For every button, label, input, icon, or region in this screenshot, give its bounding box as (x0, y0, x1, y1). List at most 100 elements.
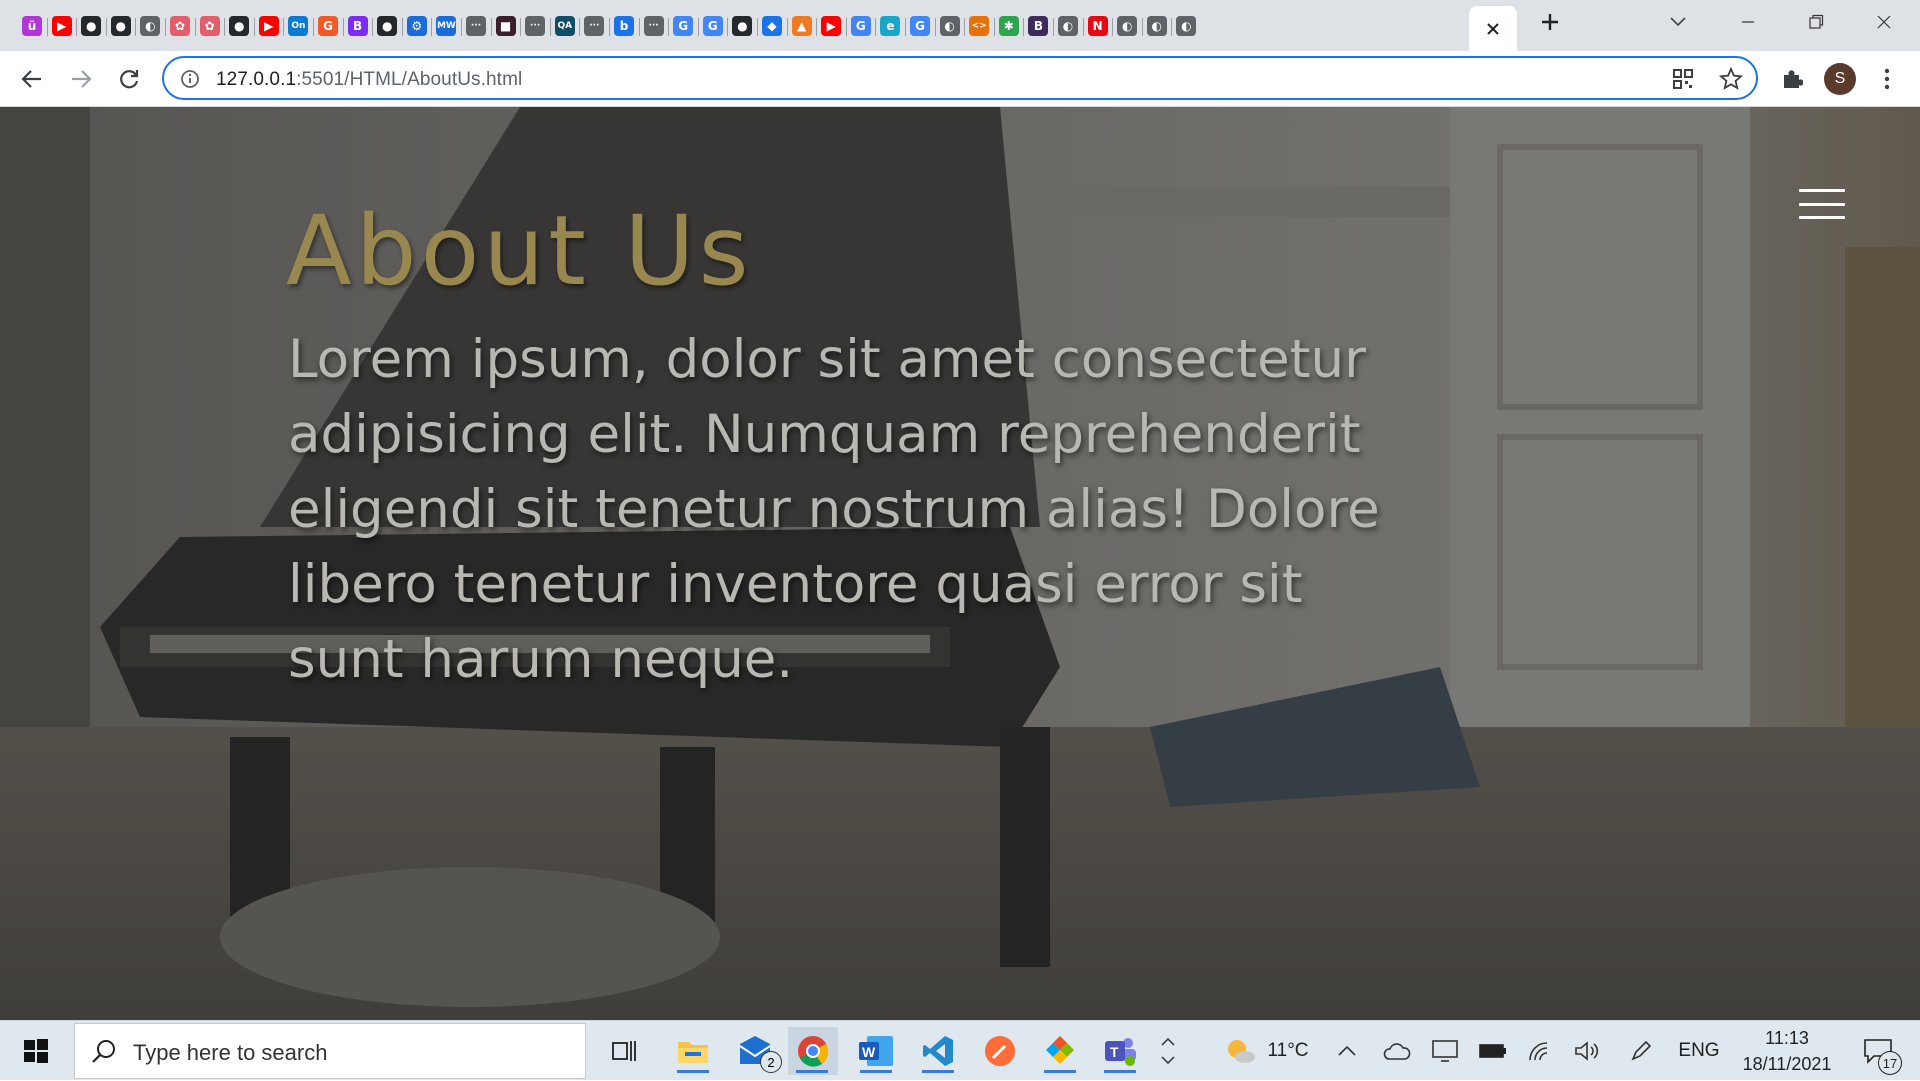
onenote-icon: On (288, 16, 309, 36)
browser-tab[interactable]: ◐ (1142, 11, 1172, 41)
browser-tab[interactable]: ● (372, 11, 402, 41)
browser-tab[interactable]: N (1083, 11, 1113, 41)
weather-widget[interactable]: 11°C (1212, 1021, 1322, 1081)
browser-tab[interactable]: ◐ (1053, 11, 1083, 41)
browser-tab[interactable]: ● (76, 11, 106, 41)
active-tab[interactable] (1469, 6, 1517, 51)
diamond-icon: ◆ (762, 16, 782, 36)
chevron-down-icon[interactable] (1161, 1056, 1175, 1064)
browser-tab[interactable]: ▶ (254, 11, 284, 41)
address-bar[interactable]: 127.0.0.1:5501/HTML/AboutUs.html (162, 56, 1758, 100)
taskbar-scroll[interactable] (1155, 1021, 1181, 1081)
active-indicator (922, 1070, 954, 1073)
browser-tab[interactable]: ● (727, 11, 757, 41)
search-icon (92, 1040, 115, 1063)
task-view-button[interactable] (600, 1027, 648, 1075)
browser-tab[interactable]: ▲ (787, 11, 817, 41)
globe-icon: ◐ (140, 16, 161, 36)
onedrive-tray[interactable] (1380, 1021, 1414, 1081)
browser-tab[interactable]: ✿ (165, 11, 195, 41)
word-button[interactable]: W (852, 1027, 900, 1075)
browser-tab[interactable]: b (609, 11, 639, 41)
browser-tab[interactable]: ◐ (935, 11, 965, 41)
windows-taskbar: Type here to search 2 W T 11°C ENG 11:13… (0, 1020, 1920, 1080)
tab-search-button[interactable] (1644, 0, 1712, 44)
browser-tab[interactable]: G (846, 11, 876, 41)
star-bookmark-icon[interactable] (1719, 67, 1743, 91)
github-icon: ● (81, 16, 102, 36)
browser-tab[interactable]: ◐ (135, 11, 165, 41)
browser-tab[interactable]: ··· (520, 11, 550, 41)
language-indicator[interactable]: ENG (1674, 1021, 1724, 1081)
browser-toolbar: 127.0.0.1:5501/HTML/AboutUs.html S (0, 51, 1920, 107)
minimize-button[interactable] (1714, 0, 1782, 44)
browser-tab[interactable]: ◐ (1112, 11, 1142, 41)
dots-icon: ··· (584, 16, 605, 36)
browser-tab[interactable]: G (698, 11, 728, 41)
browser-tab[interactable]: ⚙ (402, 11, 432, 41)
clock[interactable]: 11:13 18/11/2021 (1735, 1021, 1839, 1081)
forward-button[interactable] (62, 60, 100, 98)
wifi-tray[interactable] (1524, 1021, 1558, 1081)
browser-tab[interactable]: B (1023, 11, 1053, 41)
start-button[interactable] (0, 1021, 72, 1081)
browser-tab[interactable]: ✿ (195, 11, 225, 41)
notification-center-button[interactable]: 17 (1856, 1021, 1902, 1081)
browser-tab[interactable]: ● (106, 11, 136, 41)
battery-tray[interactable] (1476, 1021, 1510, 1081)
hamburger-menu-button[interactable] (1799, 189, 1845, 219)
taskbar-search-box[interactable]: Type here to search (74, 1023, 586, 1079)
close-window-button[interactable] (1850, 0, 1918, 44)
browser-tab[interactable]: ··· (639, 11, 669, 41)
browser-tab[interactable]: <> (964, 11, 994, 41)
chevron-up-icon (1338, 1046, 1356, 1056)
browser-tab[interactable]: e (875, 11, 905, 41)
back-button[interactable] (13, 60, 51, 98)
show-hidden-icons-button[interactable] (1334, 1021, 1360, 1081)
browser-tab[interactable]: ◐ (1171, 11, 1201, 41)
browser-tab[interactable]: G (905, 11, 935, 41)
profile-avatar[interactable]: S (1824, 63, 1856, 95)
pen-tray[interactable] (1624, 1021, 1658, 1081)
browser-tab[interactable]: ▶ (47, 11, 77, 41)
browser-tab[interactable]: G (668, 11, 698, 41)
browser-tab[interactable]: B (343, 11, 373, 41)
browser-tab[interactable]: ✱ (994, 11, 1024, 41)
chevron-up-icon[interactable] (1161, 1038, 1175, 1046)
browser-tab[interactable]: On (283, 11, 313, 41)
browser-tab[interactable]: ü (17, 11, 47, 41)
github-icon: ● (110, 16, 131, 36)
browser-tab[interactable]: QA (550, 11, 580, 41)
postman-button[interactable] (976, 1027, 1024, 1075)
browser-tab[interactable]: MW (431, 11, 461, 41)
restore-button[interactable] (1782, 0, 1850, 44)
file-explorer-button[interactable] (669, 1027, 717, 1075)
mail-button[interactable]: 2 (731, 1027, 782, 1075)
active-indicator (796, 1070, 828, 1073)
chrome-button[interactable] (788, 1027, 838, 1075)
new-tab-button[interactable] (1522, 0, 1578, 44)
display-tray[interactable] (1428, 1021, 1462, 1081)
browser-tab[interactable]: ■ (491, 11, 521, 41)
vscode-button[interactable] (914, 1027, 962, 1075)
close-tab-icon[interactable] (1485, 21, 1501, 37)
devtool-button[interactable] (1036, 1027, 1084, 1075)
browser-menu-button[interactable] (1868, 60, 1906, 98)
browser-tab[interactable]: ● (224, 11, 254, 41)
qr-code-icon[interactable] (1672, 68, 1694, 90)
browser-tab[interactable]: ··· (579, 11, 609, 41)
info-icon[interactable] (180, 69, 200, 89)
url-text[interactable]: 127.0.0.1:5501/HTML/AboutUs.html (216, 69, 522, 91)
browser-tab[interactable]: ◆ (757, 11, 787, 41)
windows-logo-icon (24, 1039, 48, 1063)
folder-icon (678, 1042, 708, 1063)
google-icon: G (910, 16, 930, 36)
browser-tab[interactable]: ··· (461, 11, 491, 41)
teams-button[interactable]: T (1096, 1027, 1144, 1075)
browser-tab[interactable]: G (313, 11, 343, 41)
extensions-button[interactable] (1773, 60, 1811, 98)
reload-button[interactable] (110, 60, 148, 98)
browser-tab[interactable]: ▶ (816, 11, 846, 41)
volume-tray[interactable] (1570, 1021, 1604, 1081)
grammarly-icon: G (318, 16, 338, 36)
